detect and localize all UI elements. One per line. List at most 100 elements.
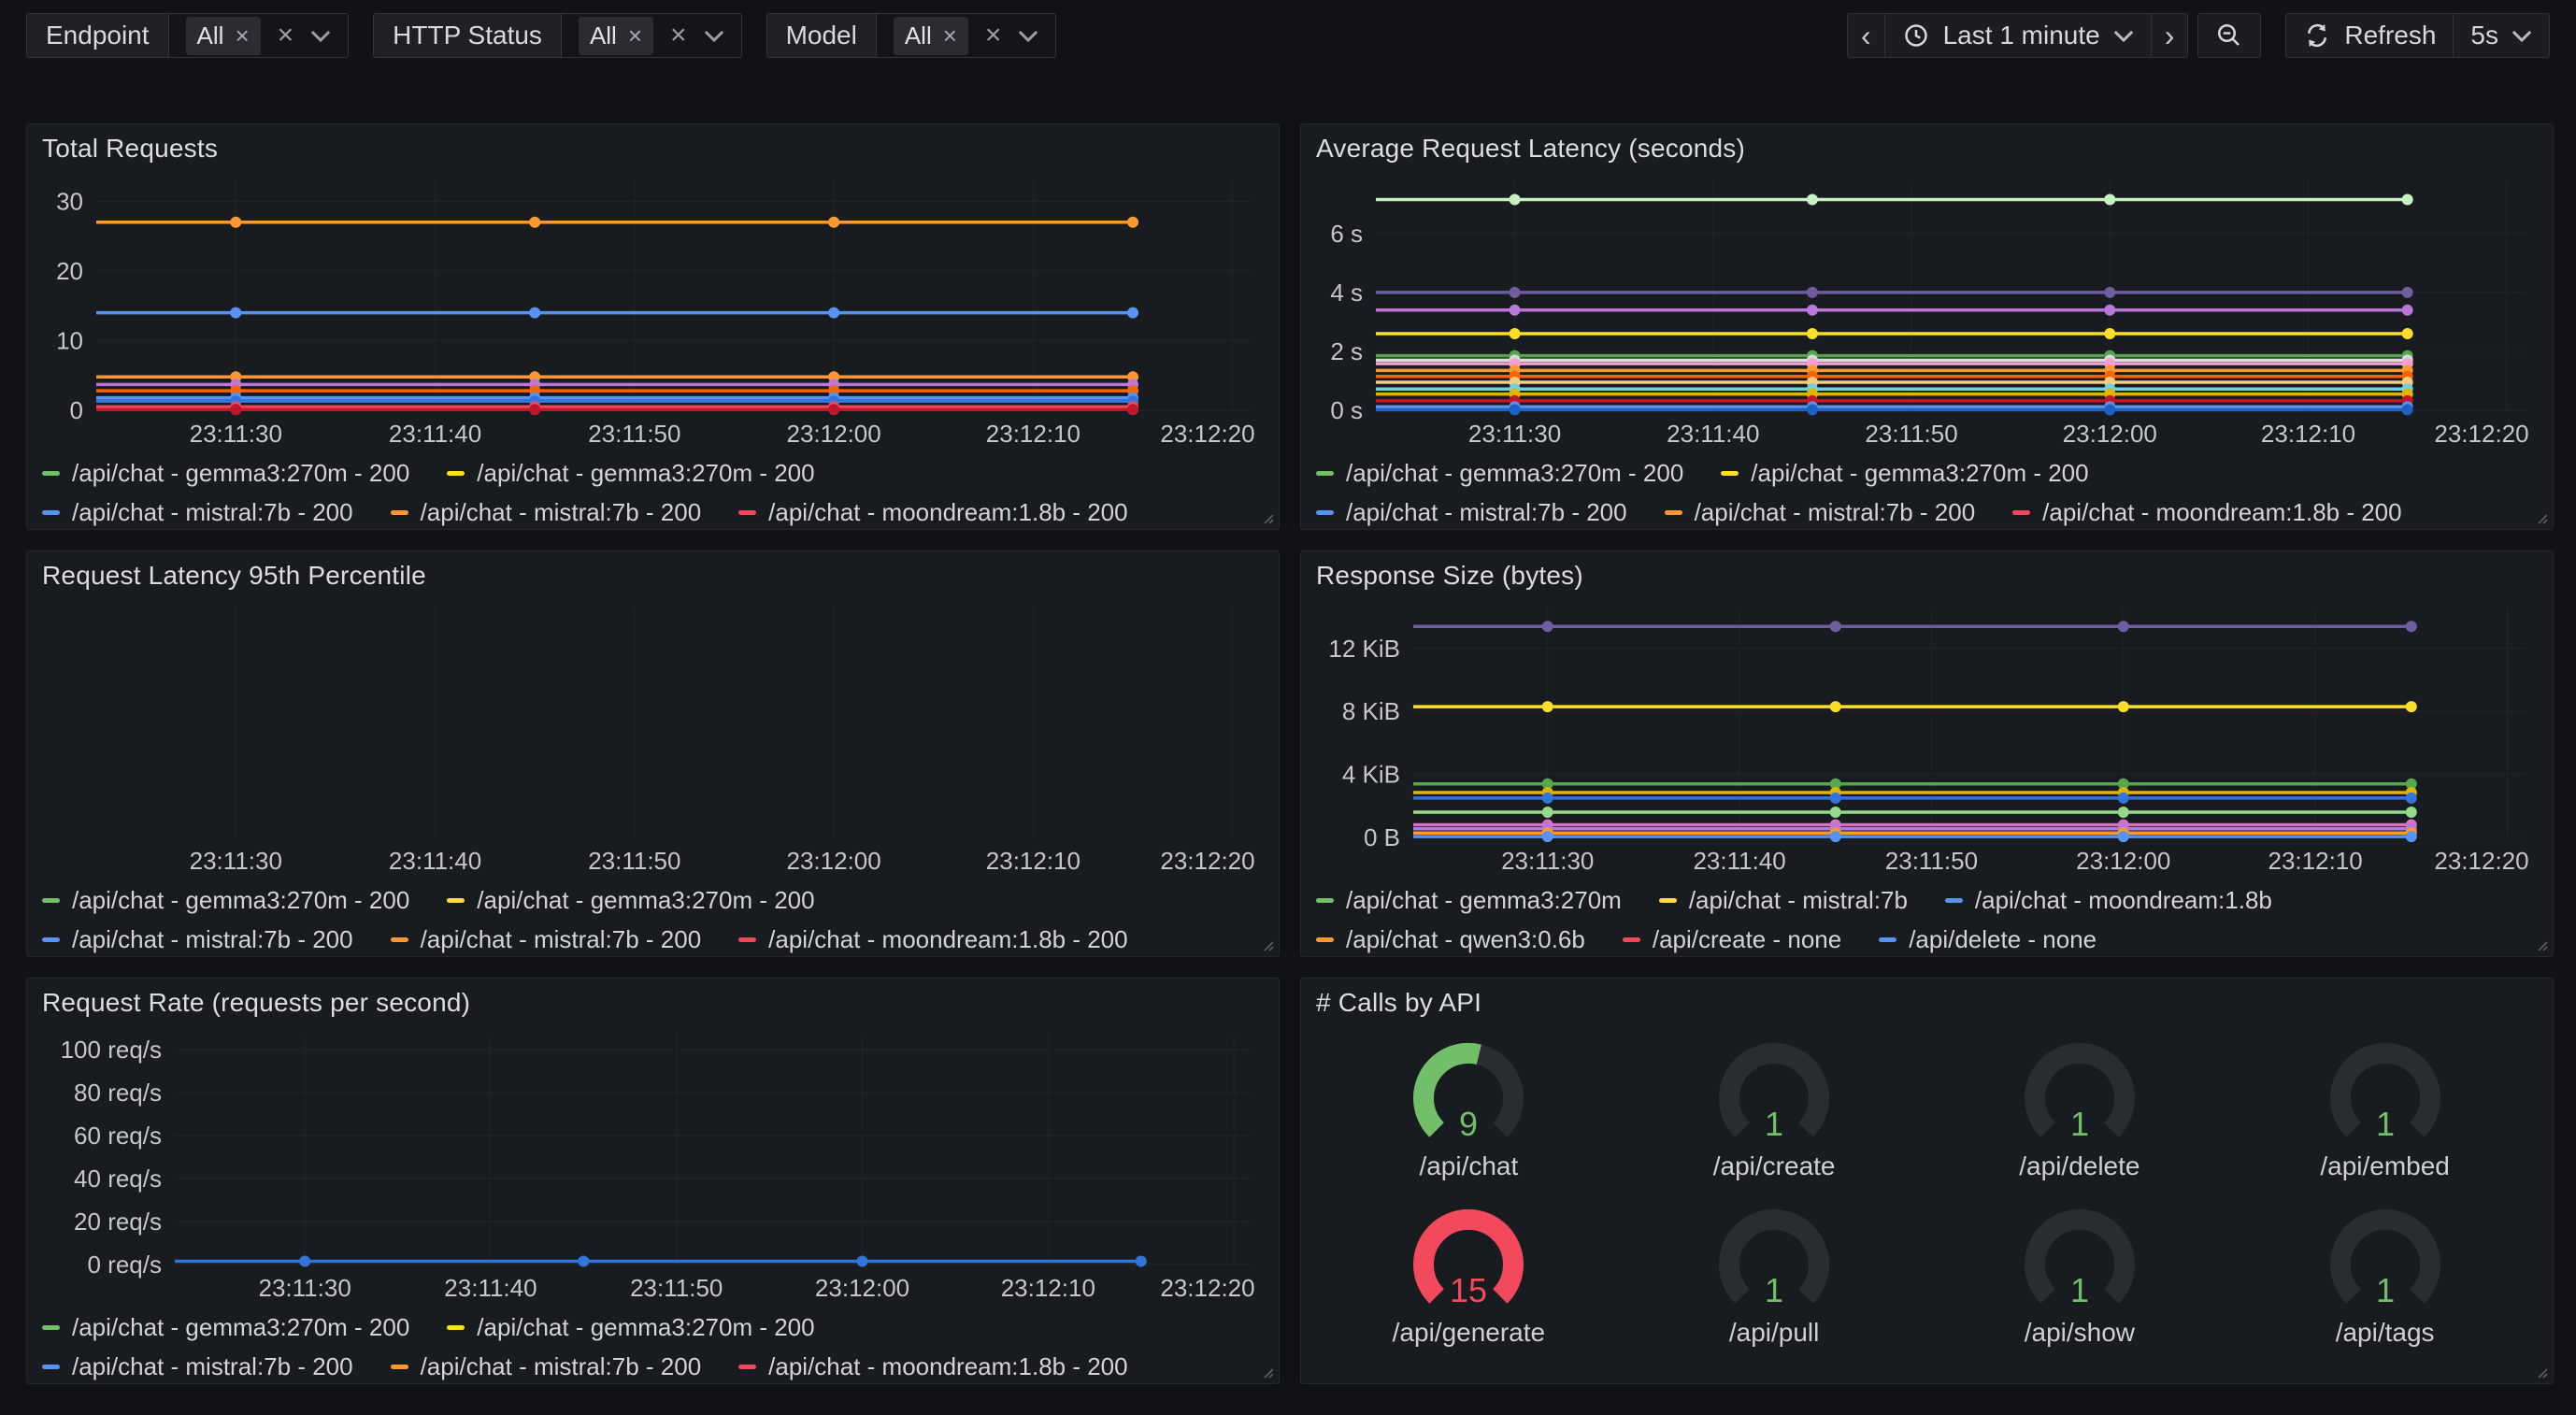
filter-value[interactable]: All×× — [877, 14, 1056, 57]
series-point[interactable] — [1510, 287, 1521, 298]
series-point[interactable] — [1807, 194, 1818, 206]
series-point[interactable] — [1127, 307, 1138, 319]
legend-item[interactable]: /api/chat - mistral:7b - 200 — [391, 925, 702, 954]
series-point[interactable] — [230, 404, 241, 415]
series-point[interactable] — [1807, 305, 1818, 316]
series-point[interactable] — [1830, 831, 1841, 842]
series-point[interactable] — [1807, 328, 1818, 339]
series-point[interactable] — [1510, 194, 1521, 206]
chip-close-icon[interactable]: × — [235, 23, 249, 48]
series-point[interactable] — [2104, 287, 2115, 298]
series-point[interactable] — [529, 217, 540, 228]
panel-resize-handle[interactable] — [2533, 1364, 2548, 1379]
series-point[interactable] — [230, 307, 241, 319]
clear-icon[interactable]: × — [668, 21, 689, 50]
series-point[interactable] — [2402, 404, 2413, 415]
time-shift-back-button[interactable]: ‹ — [1848, 14, 1884, 57]
series-point[interactable] — [1830, 701, 1841, 712]
chevron-down-icon[interactable] — [1018, 30, 1038, 42]
filter-chip[interactable]: All× — [579, 17, 653, 55]
legend-item[interactable]: /api/chat - gemma3:270m - 200 — [1316, 459, 1683, 488]
refresh-interval-picker[interactable]: 5s — [2453, 14, 2549, 57]
series-point[interactable] — [299, 1256, 310, 1267]
series-point[interactable] — [2118, 793, 2129, 804]
panel-resize-handle[interactable] — [2533, 509, 2548, 524]
panel-resize-handle[interactable] — [1259, 509, 1274, 524]
series-point[interactable] — [1542, 793, 1553, 804]
series-point[interactable] — [1542, 831, 1553, 842]
filter-value[interactable]: All×× — [562, 14, 741, 57]
series-point[interactable] — [1542, 807, 1553, 818]
series-point[interactable] — [2406, 831, 2417, 842]
series-point[interactable] — [2402, 305, 2413, 316]
series-point[interactable] — [2406, 621, 2417, 632]
series-point[interactable] — [2118, 831, 2129, 842]
series-point[interactable] — [2402, 287, 2413, 298]
legend-item[interactable]: /api/chat - moondream:1.8b - 200 — [2012, 498, 2401, 527]
series-point[interactable] — [2406, 807, 2417, 818]
chevron-down-icon[interactable] — [310, 30, 331, 42]
series-point[interactable] — [578, 1256, 589, 1267]
response-size-chart[interactable]: 0 B4 KiB8 KiB12 KiB23:11:3023:11:4023:11… — [1316, 596, 2538, 877]
latency-95th-chart[interactable]: 23:11:3023:11:4023:11:5023:12:0023:12:10… — [42, 596, 1264, 877]
total-requests-chart[interactable]: 010203023:11:3023:11:4023:11:5023:12:002… — [42, 169, 1264, 450]
legend-item[interactable]: /api/chat - gemma3:270m — [1316, 886, 1622, 915]
series-point[interactable] — [2104, 305, 2115, 316]
legend-item[interactable]: /api/chat - gemma3:270m - 200 — [447, 459, 814, 488]
filter-chip[interactable]: All× — [186, 17, 261, 55]
panel-resize-handle[interactable] — [1259, 936, 1274, 951]
series-point[interactable] — [2104, 194, 2115, 206]
clear-icon[interactable]: × — [276, 21, 296, 50]
series-point[interactable] — [1542, 701, 1553, 712]
series-point[interactable] — [2402, 194, 2413, 206]
time-shift-forward-button[interactable]: › — [2151, 14, 2188, 57]
filter-chip[interactable]: All× — [894, 17, 968, 55]
series-point[interactable] — [2104, 404, 2115, 415]
series-point[interactable] — [1807, 287, 1818, 298]
legend-item[interactable]: /api/chat - mistral:7b - 200 — [391, 498, 702, 527]
series-point[interactable] — [1510, 404, 1521, 415]
series-point[interactable] — [1127, 217, 1138, 228]
series-point[interactable] — [2118, 807, 2129, 818]
legend-item[interactable]: /api/chat - mistral:7b — [1659, 886, 1908, 915]
legend-item[interactable]: /api/chat - gemma3:270m - 200 — [1721, 459, 2088, 488]
legend-item[interactable]: /api/chat - moondream:1.8b - 200 — [738, 925, 1127, 954]
legend-item[interactable]: /api/chat - mistral:7b - 200 — [1316, 498, 1627, 527]
series-point[interactable] — [2402, 328, 2413, 339]
series-point[interactable] — [529, 307, 540, 319]
series-point[interactable] — [1830, 793, 1841, 804]
average-latency-chart[interactable]: 0 s2 s4 s6 s23:11:3023:11:4023:11:5023:1… — [1316, 169, 2538, 450]
series-point[interactable] — [1830, 621, 1841, 632]
series-point[interactable] — [2406, 793, 2417, 804]
clear-icon[interactable]: × — [983, 21, 1004, 50]
legend-item[interactable]: /api/chat - mistral:7b - 200 — [391, 1352, 702, 1381]
series-point[interactable] — [2406, 701, 2417, 712]
chip-close-icon[interactable]: × — [628, 23, 642, 48]
legend-item[interactable]: /api/chat - mistral:7b - 200 — [42, 925, 353, 954]
series-point[interactable] — [828, 404, 839, 415]
series-point[interactable] — [2104, 328, 2115, 339]
panel-resize-handle[interactable] — [2533, 936, 2548, 951]
legend-item[interactable]: /api/chat - gemma3:270m - 200 — [42, 886, 409, 915]
request-rate-chart[interactable]: 0 req/s20 req/s40 req/s60 req/s80 req/s1… — [42, 1023, 1264, 1304]
legend-item[interactable]: /api/chat - mistral:7b - 200 — [42, 498, 353, 527]
series-point[interactable] — [828, 217, 839, 228]
chip-close-icon[interactable]: × — [943, 23, 957, 48]
legend-item[interactable]: /api/chat - mistral:7b - 200 — [42, 1352, 353, 1381]
series-point[interactable] — [529, 404, 540, 415]
legend-item[interactable]: /api/chat - gemma3:270m - 200 — [42, 1313, 409, 1342]
refresh-button[interactable]: Refresh — [2286, 14, 2453, 57]
series-point[interactable] — [230, 217, 241, 228]
series-point[interactable] — [1830, 807, 1841, 818]
series-point[interactable] — [1542, 621, 1553, 632]
series-point[interactable] — [828, 307, 839, 319]
zoom-out-button[interactable] — [2197, 13, 2261, 58]
series-point[interactable] — [1127, 404, 1138, 415]
series-point[interactable] — [1510, 328, 1521, 339]
series-point[interactable] — [1807, 404, 1818, 415]
chevron-down-icon[interactable] — [704, 30, 724, 42]
legend-item[interactable]: /api/chat - gemma3:270m - 200 — [42, 459, 409, 488]
legend-item[interactable]: /api/chat - moondream:1.8b - 200 — [738, 498, 1127, 527]
legend-item[interactable]: /api/chat - moondream:1.8b - 200 — [738, 1352, 1127, 1381]
series-point[interactable] — [857, 1256, 868, 1267]
